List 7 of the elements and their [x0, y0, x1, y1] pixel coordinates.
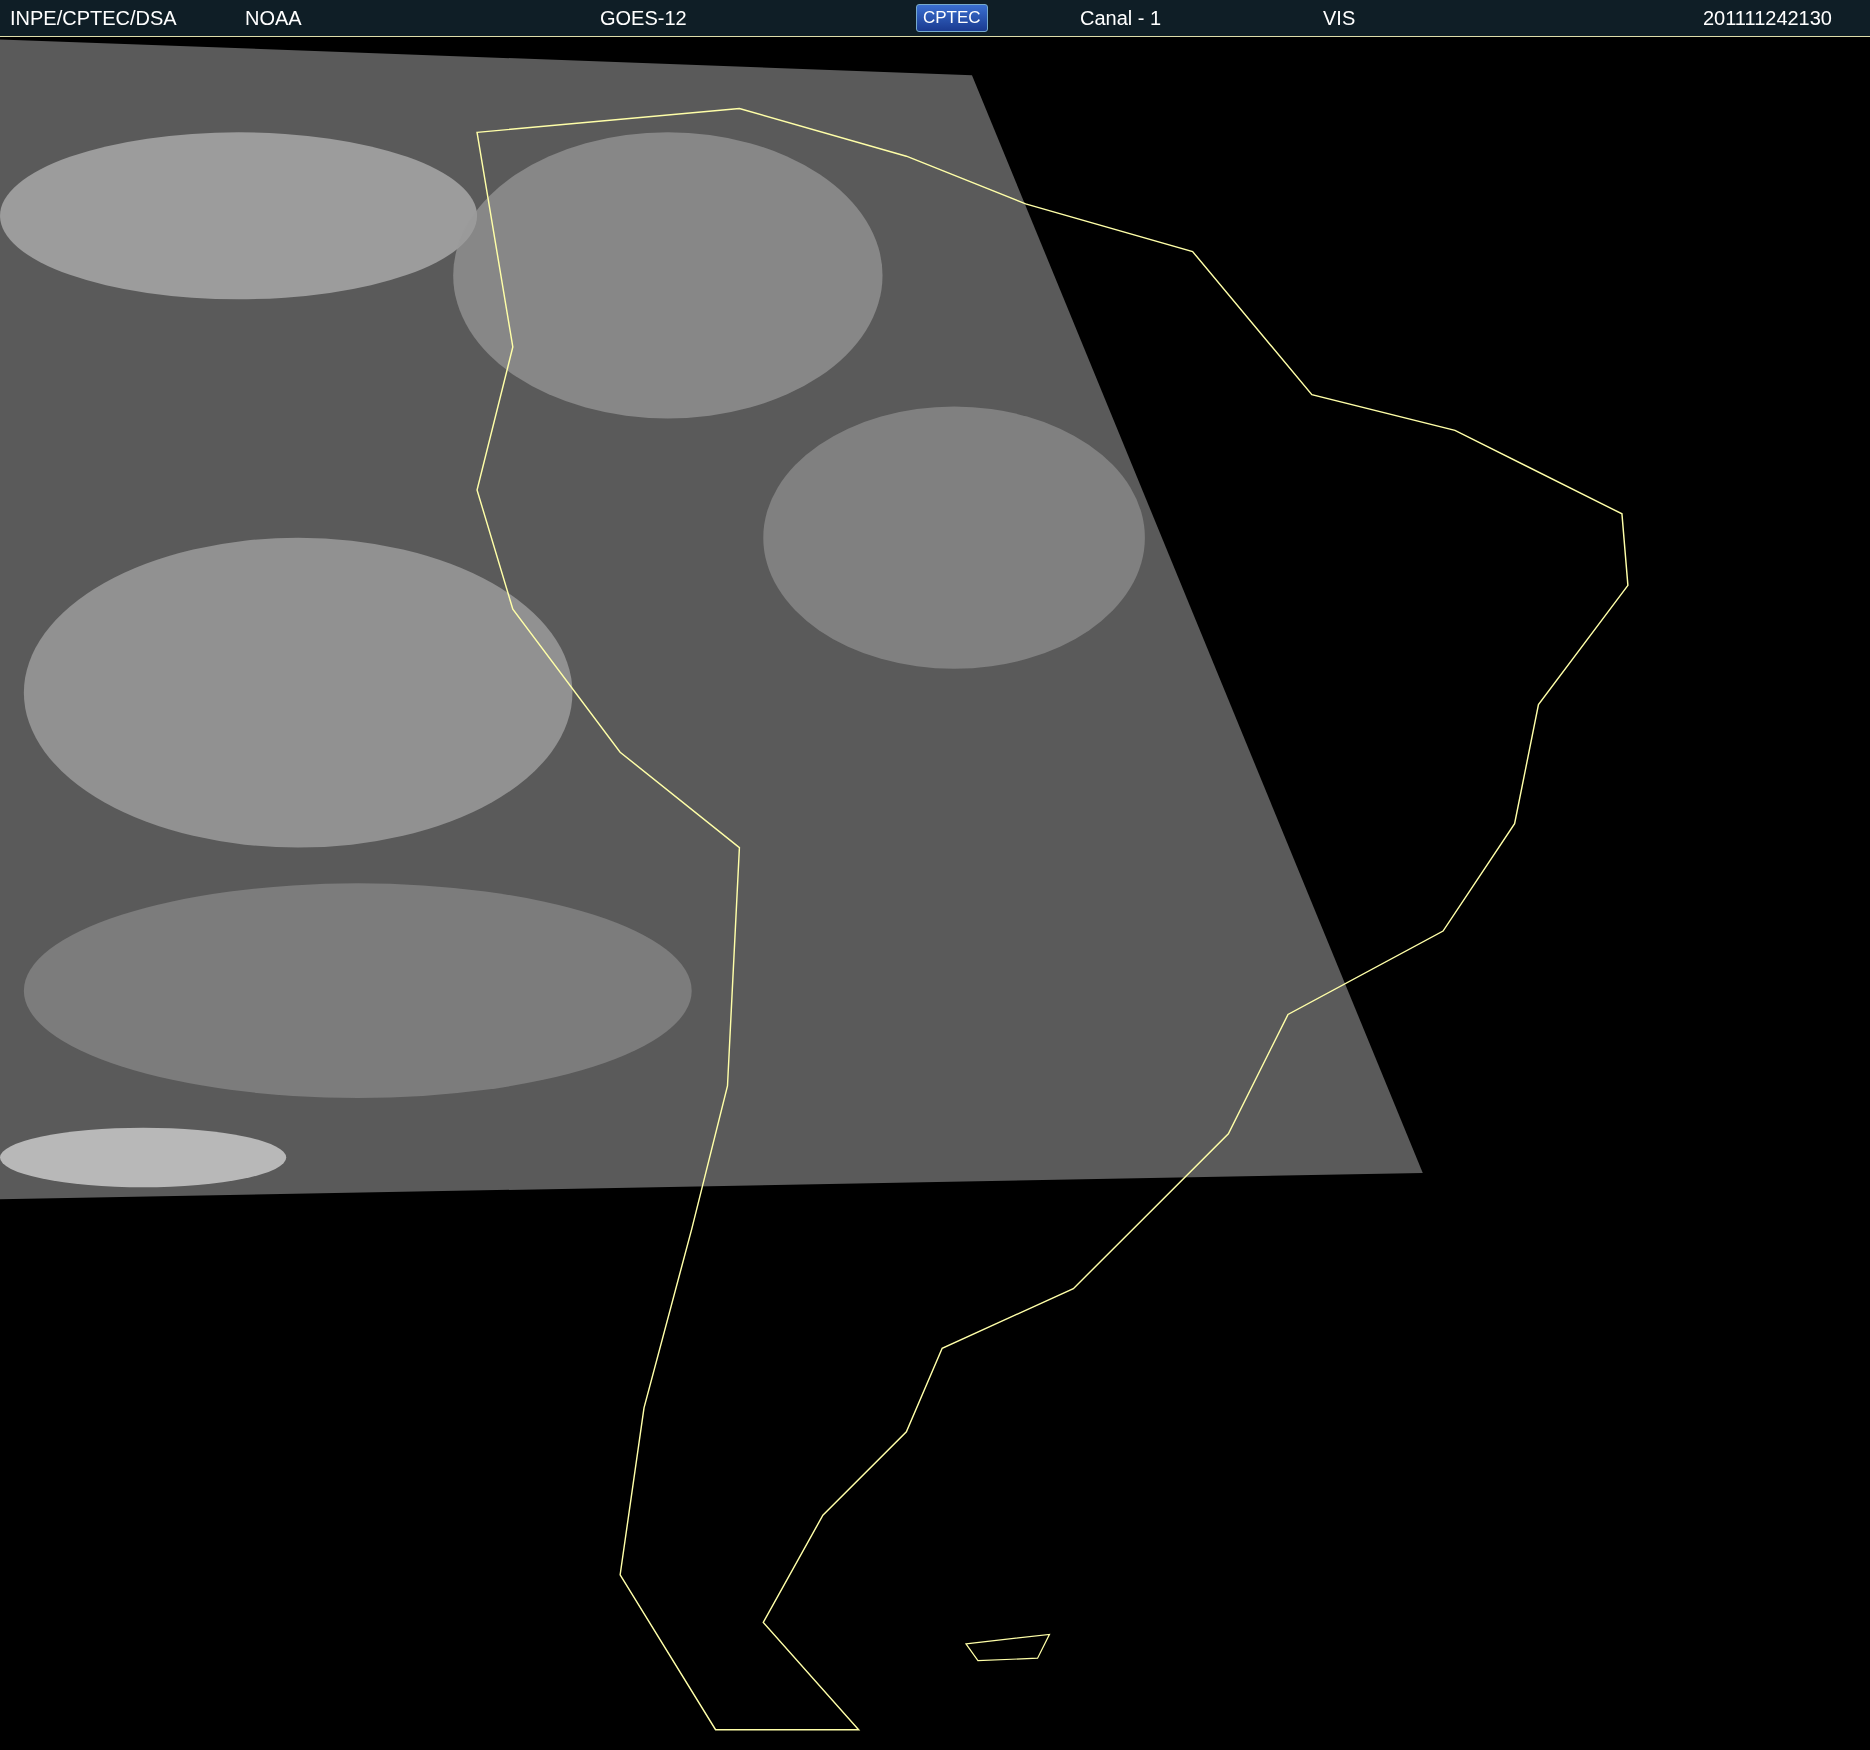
logo: CPTEC [916, 4, 988, 32]
header-label: NOAA [245, 6, 302, 30]
header-label: INPE/CPTEC/DSA [10, 6, 177, 30]
header-label: GOES-12 [600, 6, 687, 30]
header-label: Canal - 1 [1080, 6, 1162, 30]
header-label: VIS [1323, 6, 1356, 30]
header-label: 201111242130 [1702, 6, 1832, 30]
